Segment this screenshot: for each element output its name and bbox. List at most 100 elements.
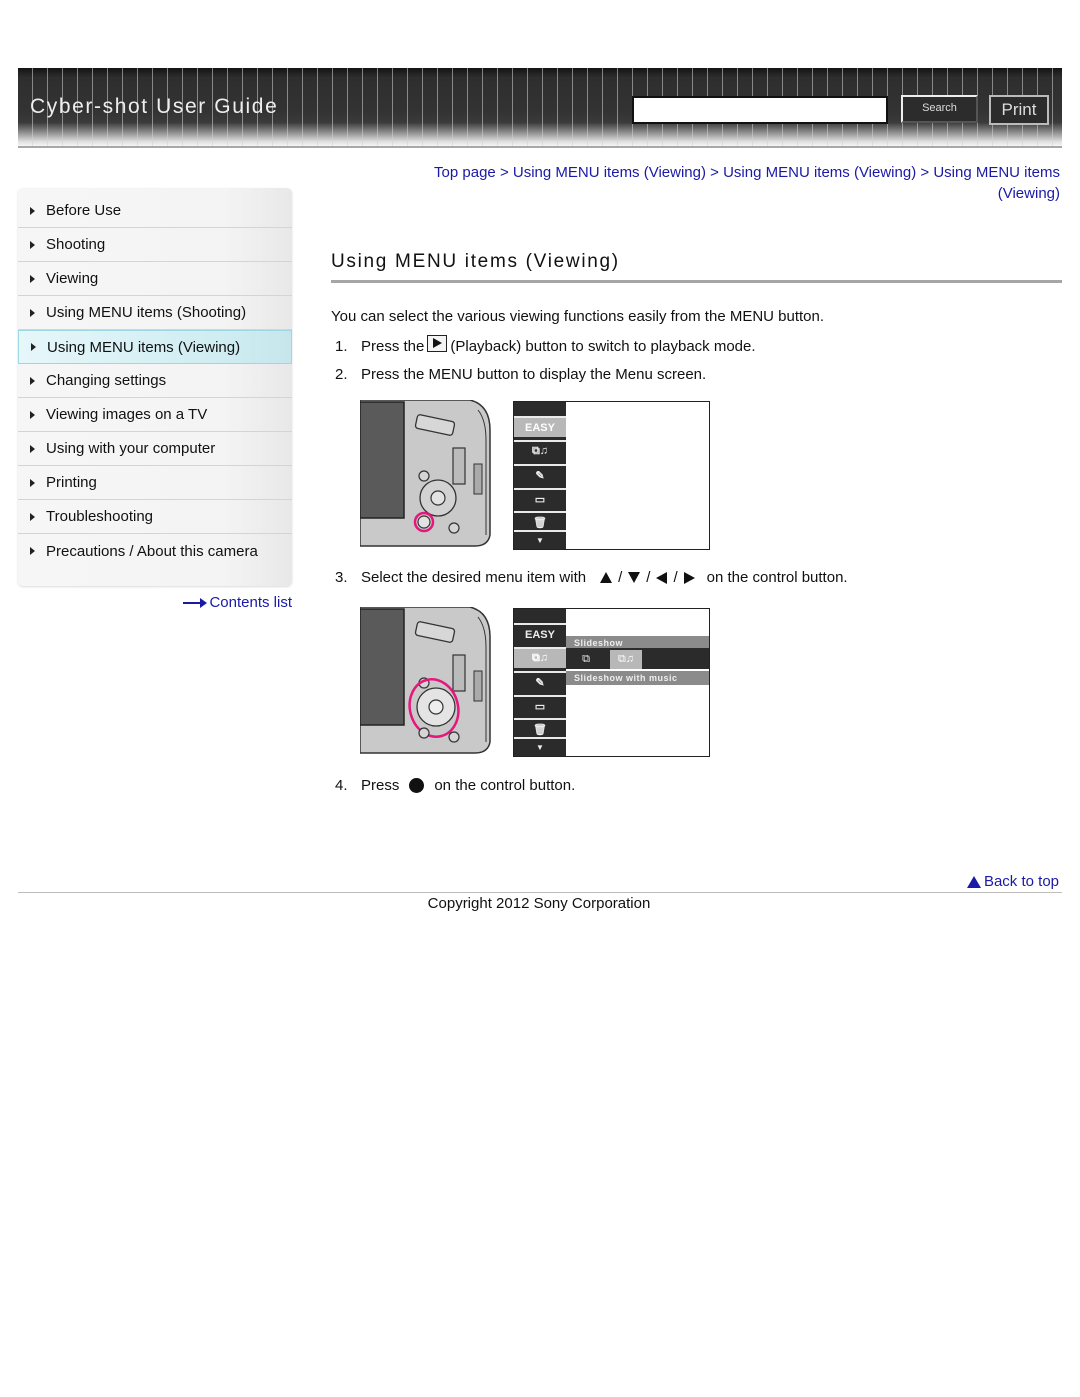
caret-right-icon bbox=[30, 410, 35, 419]
arrow-right-icon bbox=[183, 597, 208, 608]
menu-screen-1: EASY ⧉♫ ✎ ▭ 🗑 ▼ bbox=[513, 401, 710, 550]
sidebar-item-label: Using MENU items (Shooting) bbox=[46, 304, 247, 321]
separator: / bbox=[618, 569, 623, 586]
sidebar-item-precautions-about-this-camera[interactable]: Precautions / About this camera bbox=[18, 534, 292, 568]
sidebar-item-label: Shooting bbox=[46, 236, 106, 253]
up-arrow-icon bbox=[600, 572, 613, 583]
triangle-up-icon bbox=[966, 875, 981, 888]
caret-right-icon bbox=[30, 308, 35, 317]
step-3: 3. Select the desired menu item with / /… bbox=[335, 569, 848, 586]
slideshow-plain-icon: ⧉ bbox=[582, 653, 590, 665]
caret-right-icon bbox=[31, 343, 36, 351]
step-4: 4. Press on the control button. bbox=[335, 777, 575, 794]
back-to-top-label: Back to top bbox=[983, 873, 1059, 890]
retouch-icon: ✎ bbox=[514, 671, 566, 692]
playback-icon bbox=[427, 335, 448, 352]
sidebar-item-viewing[interactable]: Viewing bbox=[18, 262, 292, 296]
sidebar-item-using-menu-items-shooting[interactable]: Using MENU items (Shooting) bbox=[18, 296, 292, 330]
caret-right-icon bbox=[30, 240, 35, 249]
step-number: 4. bbox=[335, 777, 348, 794]
step-2: 2. Press the MENU button to display the … bbox=[335, 366, 706, 383]
edit-icon: ▭ bbox=[514, 488, 566, 509]
breadcrumb-item[interactable]: Using MENU items (Viewing) bbox=[723, 164, 916, 181]
edit-icon: ▭ bbox=[514, 695, 566, 716]
step-number: 2. bbox=[335, 366, 348, 383]
menu-easy-item: EASY bbox=[514, 416, 566, 437]
title-divider bbox=[331, 280, 1062, 283]
site-title: Cyber-shot User Guide bbox=[30, 95, 279, 118]
submenu-row: ⧉ ⧉♫ bbox=[566, 648, 709, 669]
menu-easy-item: EASY bbox=[514, 623, 566, 644]
sidebar-item-troubleshooting[interactable]: Troubleshooting bbox=[18, 500, 292, 534]
slideshow-music-icon: ⧉♫ bbox=[610, 650, 642, 669]
slideshow-icon: ⧉♫ bbox=[514, 647, 566, 668]
sidebar-item-label: Viewing bbox=[46, 270, 99, 287]
caret-right-icon bbox=[30, 376, 35, 385]
sidebar-item-using-with-your-computer[interactable]: Using with your computer bbox=[18, 432, 292, 466]
contents-list-label: Contents list bbox=[209, 594, 292, 611]
sidebar-item-viewing-images-on-a-tv[interactable]: Viewing images on a TV bbox=[18, 398, 292, 432]
delete-icon: 🗑 bbox=[514, 718, 566, 739]
breadcrumb-separator: > bbox=[710, 164, 719, 181]
back-to-top-link[interactable]: Back to top bbox=[966, 873, 1059, 890]
sidebar-nav: Before Use Shooting Viewing Using MENU item… bbox=[18, 188, 292, 586]
breadcrumb-item[interactable]: Using MENU items (Viewing) bbox=[513, 164, 706, 181]
sidebar-item-label: Before Use bbox=[46, 202, 122, 219]
step-text: (Playback) button to switch to playback … bbox=[450, 338, 756, 355]
sidebar-item-label: Printing bbox=[46, 474, 97, 491]
print-button[interactable]: Print bbox=[989, 95, 1049, 125]
sidebar-item-shooting[interactable]: Shooting bbox=[18, 228, 292, 262]
slideshow-icon: ⧉♫ bbox=[514, 440, 566, 461]
separator: / bbox=[646, 569, 651, 586]
header-banner: Cyber-shot User Guide Search Print bbox=[18, 68, 1062, 148]
sidebar-item-label: Using MENU items (Viewing) bbox=[47, 338, 241, 356]
breadcrumb: Top page > Using MENU items (Viewing) > … bbox=[380, 162, 1060, 204]
camera-illustration-menu-button bbox=[360, 400, 491, 547]
center-button-icon bbox=[409, 778, 425, 793]
sidebar-item-label: Viewing images on a TV bbox=[46, 406, 208, 423]
contents-list-link[interactable]: Contents list bbox=[183, 594, 292, 611]
breadcrumb-separator: > bbox=[499, 164, 509, 181]
breadcrumb-top-page[interactable]: Top page bbox=[434, 164, 496, 181]
sidebar-item-label: Precautions / About this camera bbox=[46, 542, 258, 560]
caret-right-icon bbox=[30, 512, 35, 521]
step-text: Select the desired menu item with bbox=[361, 569, 587, 586]
search-input[interactable] bbox=[632, 96, 888, 124]
footer-divider bbox=[18, 892, 1062, 893]
retouch-icon: ✎ bbox=[514, 464, 566, 485]
down-arrow-icon bbox=[628, 572, 641, 583]
sidebar-item-changing-settings[interactable]: Changing settings bbox=[18, 364, 292, 398]
caret-right-icon bbox=[30, 547, 35, 555]
search-button[interactable]: Search bbox=[901, 95, 978, 123]
sidebar-item-using-menu-items-viewing[interactable]: Using MENU items (Viewing) bbox=[18, 330, 292, 364]
step-number: 3. bbox=[335, 569, 348, 586]
caret-right-icon bbox=[30, 274, 35, 283]
left-arrow-icon bbox=[656, 571, 668, 584]
sidebar-item-label: Troubleshooting bbox=[46, 508, 154, 525]
breadcrumb-separator: > bbox=[920, 164, 930, 181]
scroll-down-icon: ▼ bbox=[514, 737, 566, 756]
step-text: Press the MENU button to display the Men… bbox=[361, 366, 707, 383]
intro-text: You can select the various viewing funct… bbox=[331, 308, 825, 325]
page-title: Using MENU items (Viewing) bbox=[331, 251, 620, 272]
sidebar-item-label: Changing settings bbox=[46, 372, 167, 389]
breadcrumb-item[interactable]: Using MENU items (Viewing) bbox=[933, 164, 1060, 202]
copyright: Copyright 2012 Sony Corporation bbox=[427, 895, 651, 912]
step-1: 1. Press the (Playback) button to switch… bbox=[335, 335, 756, 355]
delete-icon: 🗑 bbox=[514, 511, 566, 532]
sidebar-item-before-use[interactable]: Before Use bbox=[18, 188, 292, 228]
header-divider bbox=[18, 146, 1062, 148]
scroll-down-icon: ▼ bbox=[514, 530, 566, 549]
sidebar-item-printing[interactable]: Printing bbox=[18, 466, 292, 500]
step-text: Press bbox=[361, 777, 400, 794]
step-text: on the control button. bbox=[706, 569, 848, 586]
camera-illustration-control-button bbox=[360, 607, 491, 754]
sidebar-item-label: Using with your computer bbox=[46, 440, 216, 457]
step-text: Press the bbox=[361, 338, 425, 355]
caret-right-icon bbox=[30, 478, 35, 487]
caret-right-icon bbox=[30, 206, 35, 215]
step-text: on the control button. bbox=[434, 777, 576, 794]
step-number: 1. bbox=[335, 338, 348, 355]
caret-right-icon bbox=[30, 444, 35, 453]
slideshow-music-label: Slideshow with music bbox=[566, 671, 709, 685]
